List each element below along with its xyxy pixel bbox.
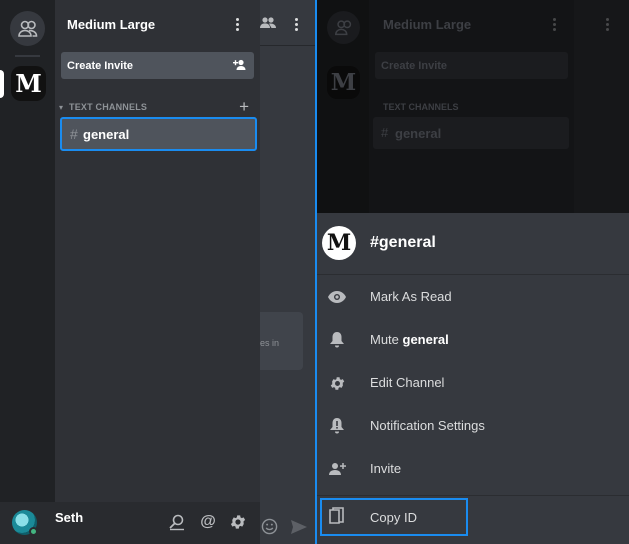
emoji-icon[interactable] [261, 518, 278, 535]
user-panel [0, 502, 260, 544]
chat-area-peek: es in [260, 0, 315, 544]
dimmed-category-label: TEXT CHANNELS [383, 102, 459, 112]
online-status-icon [29, 527, 38, 536]
hash-icon: # [70, 126, 78, 142]
server-medium-large-button[interactable]: M [11, 66, 46, 101]
mark-as-read-label: Mark As Read [370, 289, 452, 304]
menu-separator [317, 495, 629, 496]
right-screen: M Medium Large Create Invite TEXT CHANNE… [317, 0, 629, 544]
selected-server-indicator [0, 70, 4, 98]
dimmed-chat-menu-icon [606, 18, 610, 32]
copy-id-label: Copy ID [370, 510, 417, 525]
mute-channel-item[interactable]: Mute general [317, 318, 629, 361]
message-card-text: es in [260, 338, 280, 348]
search-icon[interactable] [168, 513, 186, 531]
send-icon[interactable] [291, 520, 307, 534]
add-user-icon [326, 458, 348, 480]
dimmed-server-name: Medium Large [383, 17, 472, 32]
sheet-title: #general [370, 234, 436, 251]
mute-label: Mute general [370, 332, 449, 347]
rail-separator [15, 55, 40, 57]
channel-action-sheet: M #general Mark As Read Mute general Edi… [317, 213, 629, 544]
members-icon[interactable] [260, 17, 276, 29]
server-rail: M [0, 0, 55, 544]
category-label: TEXT CHANNELS [69, 102, 148, 112]
chat-menu-icon[interactable] [295, 18, 299, 32]
dimmed-channel-general: # general [373, 117, 569, 149]
gear-icon [326, 372, 348, 394]
add-channel-icon[interactable]: + [239, 97, 249, 117]
channel-sidebar: Medium Large Create Invite ▾ TEXT CHANNE… [55, 0, 260, 502]
copy-icon [329, 507, 344, 524]
invite-item[interactable]: Invite [317, 447, 629, 490]
direct-messages-button[interactable] [10, 11, 45, 46]
add-user-icon [233, 59, 246, 70]
sheet-header: M #general [317, 213, 629, 275]
dimmed-create-invite: Create Invite [375, 52, 568, 79]
mentions-icon[interactable]: @ [199, 513, 217, 531]
channel-general[interactable]: # general [60, 117, 257, 151]
notification-settings-item[interactable]: Notification Settings [317, 404, 629, 447]
message-card: es in [260, 312, 303, 370]
username: Seth [55, 510, 84, 525]
category-text-channels[interactable]: ▾ TEXT CHANNELS + [57, 97, 257, 116]
friends-icon [17, 20, 37, 37]
bell-icon [326, 329, 348, 351]
left-screen: M Medium Large Create Invite ▾ TEXT CHAN… [0, 0, 315, 544]
server-icon: M [322, 226, 356, 260]
gear-icon[interactable] [229, 513, 247, 531]
edit-channel-label: Edit Channel [370, 375, 445, 390]
chat-header [260, 0, 315, 46]
server-name[interactable]: Medium Large [67, 17, 155, 32]
create-invite-button[interactable]: Create Invite [61, 52, 254, 79]
server-logo-letter: M [15, 69, 42, 98]
mark-as-read-item[interactable]: Mark As Read [317, 275, 629, 318]
copy-id-item[interactable]: Copy ID [320, 498, 468, 536]
dimmed-menu-icon [553, 18, 557, 32]
channel-name: general [83, 127, 130, 142]
invite-label: Invite [370, 461, 402, 476]
dimmed-friends-icon [327, 11, 360, 44]
dimmed-server-logo: M [327, 66, 360, 99]
create-invite-label: Create Invite [67, 60, 134, 72]
notification-settings-label: Notification Settings [370, 418, 485, 433]
chevron-down-icon: ▾ [59, 103, 64, 112]
chat-input-bar [260, 502, 315, 544]
edit-channel-item[interactable]: Edit Channel [317, 361, 629, 404]
server-menu-icon[interactable] [236, 18, 240, 32]
eye-icon [326, 286, 348, 308]
bell-alert-icon [326, 415, 348, 437]
